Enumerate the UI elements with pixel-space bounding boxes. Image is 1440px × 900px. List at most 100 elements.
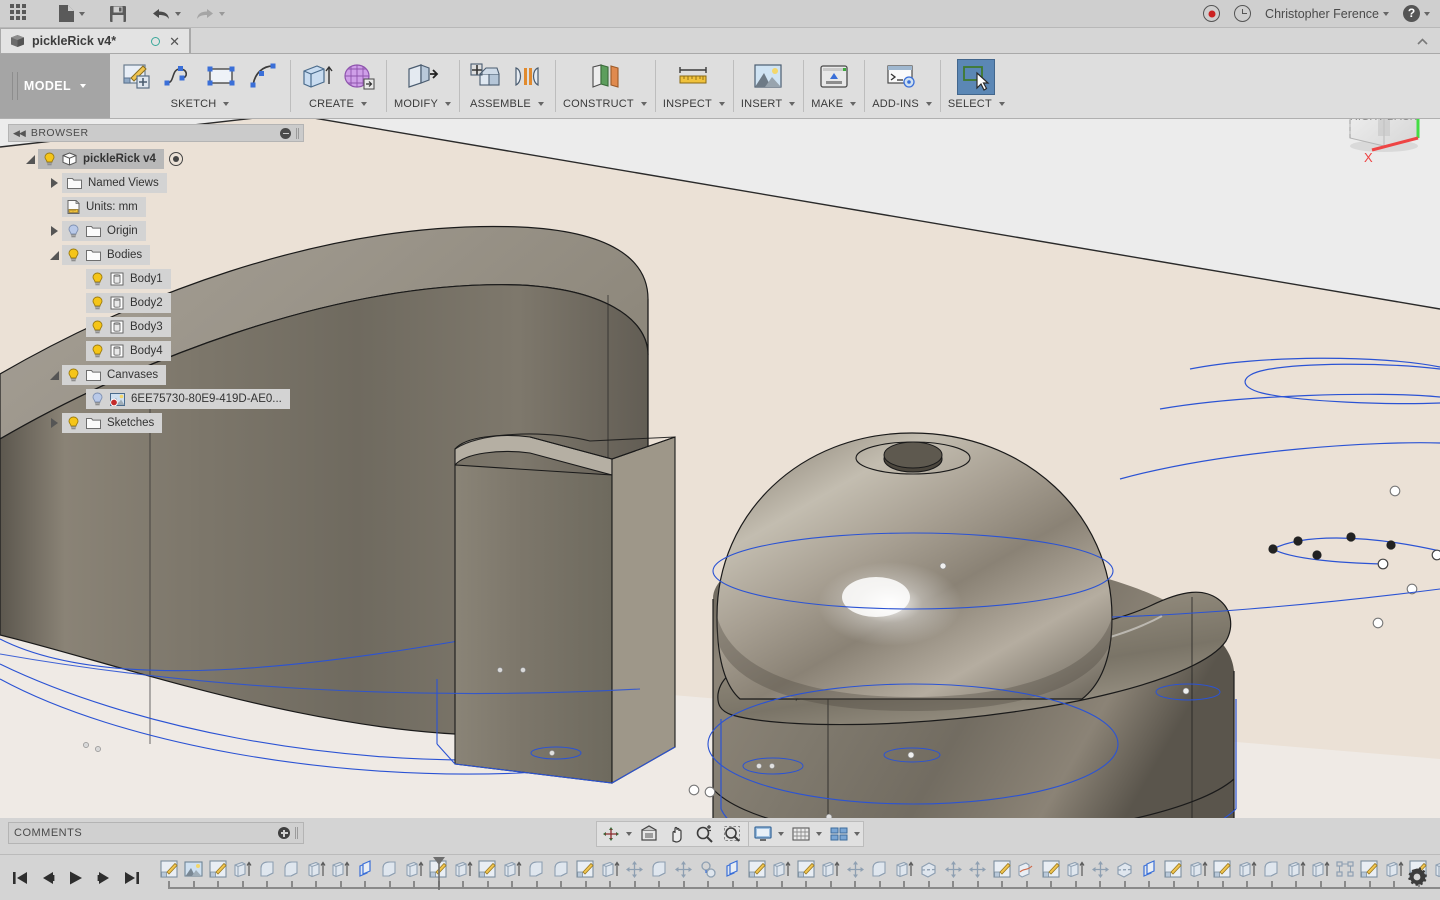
activate-component-icon[interactable] bbox=[168, 152, 183, 166]
timeline-feature-move[interactable] bbox=[1089, 859, 1111, 881]
browser-node-pill[interactable]: Bodies bbox=[62, 245, 151, 265]
user-menu[interactable]: Christopher Ference bbox=[1265, 7, 1389, 21]
ribbon-group-label-inspect[interactable]: INSPECT bbox=[663, 98, 725, 110]
undo-icon[interactable] bbox=[151, 1, 181, 27]
step-forward-icon[interactable] bbox=[92, 866, 116, 890]
browser-node-picklerick-v4[interactable]: pickleRick v4 bbox=[8, 147, 304, 171]
browser-node-bodies[interactable]: Bodies bbox=[8, 243, 304, 267]
browser-node-6ee75730-80e9-419d-ae0[interactable]: 6EE75730-80E9-419D-AE0... bbox=[8, 387, 304, 411]
timeline-feature-move[interactable] bbox=[967, 859, 989, 881]
zoom-button[interactable] bbox=[691, 822, 719, 846]
display-settings-button[interactable] bbox=[749, 822, 787, 846]
timeline-feature-split-body[interactable] bbox=[1114, 859, 1136, 881]
timeline-feature-sketch[interactable] bbox=[1040, 859, 1062, 881]
browser-node-sketches[interactable]: Sketches bbox=[8, 411, 304, 435]
chevron-right-icon[interactable] bbox=[46, 226, 62, 236]
play-icon[interactable] bbox=[64, 866, 88, 890]
collapse-left-icon[interactable]: ◀◀ bbox=[13, 128, 26, 139]
rectangle-icon[interactable] bbox=[202, 59, 240, 95]
browser-node-pill[interactable]: Origin bbox=[62, 221, 146, 241]
close-tab-icon[interactable]: ✕ bbox=[167, 35, 182, 48]
visibility-bulb-icon[interactable] bbox=[67, 224, 80, 238]
ribbon-group-label-assemble[interactable]: ASSEMBLE bbox=[470, 98, 544, 110]
browser-node-pill[interactable]: Body3 bbox=[86, 317, 171, 337]
timeline-feature-extrude[interactable] bbox=[599, 859, 621, 881]
visibility-bulb-icon[interactable] bbox=[91, 392, 104, 406]
timeline-feature-loft[interactable] bbox=[1016, 859, 1038, 881]
recent-activity-icon[interactable] bbox=[1234, 5, 1252, 22]
comments-panel[interactable]: COMMENTS bbox=[8, 822, 304, 844]
step-back-icon[interactable] bbox=[36, 866, 60, 890]
browser-node-body1[interactable]: Body1 bbox=[8, 267, 304, 291]
timeline-feature-extrude[interactable] bbox=[452, 859, 474, 881]
ribbon-group-label-addins[interactable]: ADD-INS bbox=[872, 98, 932, 110]
timeline-feature-fillet[interactable] bbox=[256, 859, 278, 881]
new-component-icon[interactable] bbox=[467, 59, 505, 95]
ribbon-group-label-sketch[interactable]: SKETCH bbox=[171, 98, 230, 110]
insert-canvas-icon[interactable] bbox=[749, 59, 787, 95]
timeline-feature-fillet[interactable] bbox=[281, 859, 303, 881]
timeline-feature-extrude[interactable] bbox=[820, 859, 842, 881]
browser-node-pill[interactable]: Canvases bbox=[62, 365, 167, 385]
offset-plane-icon[interactable] bbox=[586, 59, 624, 95]
timeline-feature-extrude[interactable] bbox=[403, 859, 425, 881]
timeline-feature-extrude[interactable] bbox=[771, 859, 793, 881]
timeline-feature-sketch[interactable] bbox=[1163, 859, 1185, 881]
press-pull-icon[interactable] bbox=[403, 59, 441, 95]
look-at-button[interactable] bbox=[635, 822, 663, 846]
ribbon-group-label-construct[interactable]: CONSTRUCT bbox=[563, 98, 647, 110]
timeline-feature-extrude[interactable] bbox=[1310, 859, 1332, 881]
browser-node-pill[interactable]: pickleRick v4 bbox=[38, 149, 164, 169]
add-comment-icon[interactable] bbox=[278, 827, 290, 839]
grid-snap-button[interactable] bbox=[787, 822, 825, 846]
browser-node-pill[interactable]: Body1 bbox=[86, 269, 171, 289]
scripts-addins-icon[interactable] bbox=[883, 59, 921, 95]
timeline-feature-sketch[interactable] bbox=[1212, 859, 1234, 881]
timeline-feature-combine[interactable] bbox=[697, 859, 719, 881]
save-icon[interactable] bbox=[109, 1, 127, 27]
document-tab-picklerick[interactable]: pickleRick v4* ✕ bbox=[0, 28, 190, 53]
timeline-feature-shell[interactable] bbox=[354, 859, 376, 881]
visibility-bulb-icon[interactable] bbox=[91, 320, 104, 334]
timeline-feature-extrude[interactable] bbox=[330, 859, 352, 881]
browser-node-pill[interactable]: Body4 bbox=[86, 341, 171, 361]
browser-node-named-views[interactable]: Named Views bbox=[8, 171, 304, 195]
ribbon-group-label-insert[interactable]: INSERT bbox=[741, 98, 796, 110]
timeline-playhead-marker[interactable] bbox=[432, 856, 446, 895]
browser-node-pill[interactable]: 6EE75730-80E9-419D-AE0... bbox=[86, 389, 290, 409]
comments-grip[interactable] bbox=[295, 827, 298, 839]
chevron-right-icon[interactable] bbox=[46, 418, 62, 428]
visibility-bulb-icon[interactable] bbox=[67, 368, 80, 382]
timeline-feature-sketch[interactable] bbox=[575, 859, 597, 881]
browser-node-pill[interactable]: Named Views bbox=[62, 173, 167, 193]
timeline-feature-pattern[interactable] bbox=[1334, 859, 1356, 881]
timeline-feature-extrude[interactable] bbox=[501, 859, 523, 881]
create-sketch-icon[interactable] bbox=[118, 59, 156, 95]
timeline-feature-fillet[interactable] bbox=[1261, 859, 1283, 881]
job-status-icon[interactable] bbox=[1203, 5, 1221, 22]
timeline-feature-shell[interactable] bbox=[722, 859, 744, 881]
ribbon-group-label-select[interactable]: SELECT bbox=[948, 98, 1005, 110]
timeline-feature-extrude[interactable] bbox=[1432, 859, 1440, 881]
redo-icon[interactable] bbox=[195, 1, 225, 27]
timeline-feature-extrude[interactable] bbox=[1065, 859, 1087, 881]
timeline-feature-sketch[interactable] bbox=[477, 859, 499, 881]
timeline-feature-extrude[interactable] bbox=[1187, 859, 1209, 881]
browser-node-body2[interactable]: Body2 bbox=[8, 291, 304, 315]
timeline-feature-move[interactable] bbox=[624, 859, 646, 881]
timeline-feature-fillet[interactable] bbox=[526, 859, 548, 881]
timeline-feature-fillet[interactable] bbox=[379, 859, 401, 881]
timeline-feature-fillet[interactable] bbox=[550, 859, 572, 881]
browser-node-origin[interactable]: Origin bbox=[8, 219, 304, 243]
spline-icon[interactable] bbox=[160, 59, 198, 95]
timeline-feature-extrude[interactable] bbox=[1236, 859, 1258, 881]
timeline-feature-move[interactable] bbox=[942, 859, 964, 881]
browser-node-pill[interactable]: Body2 bbox=[86, 293, 171, 313]
timeline-feature-canvas[interactable] bbox=[183, 859, 205, 881]
timeline-feature-extrude[interactable] bbox=[1383, 859, 1405, 881]
form-icon[interactable] bbox=[340, 59, 378, 95]
timeline-feature-move[interactable] bbox=[844, 859, 866, 881]
timeline-feature-extrude[interactable] bbox=[305, 859, 327, 881]
panel-grip[interactable] bbox=[296, 127, 299, 139]
browser-node-body4[interactable]: Body4 bbox=[8, 339, 304, 363]
